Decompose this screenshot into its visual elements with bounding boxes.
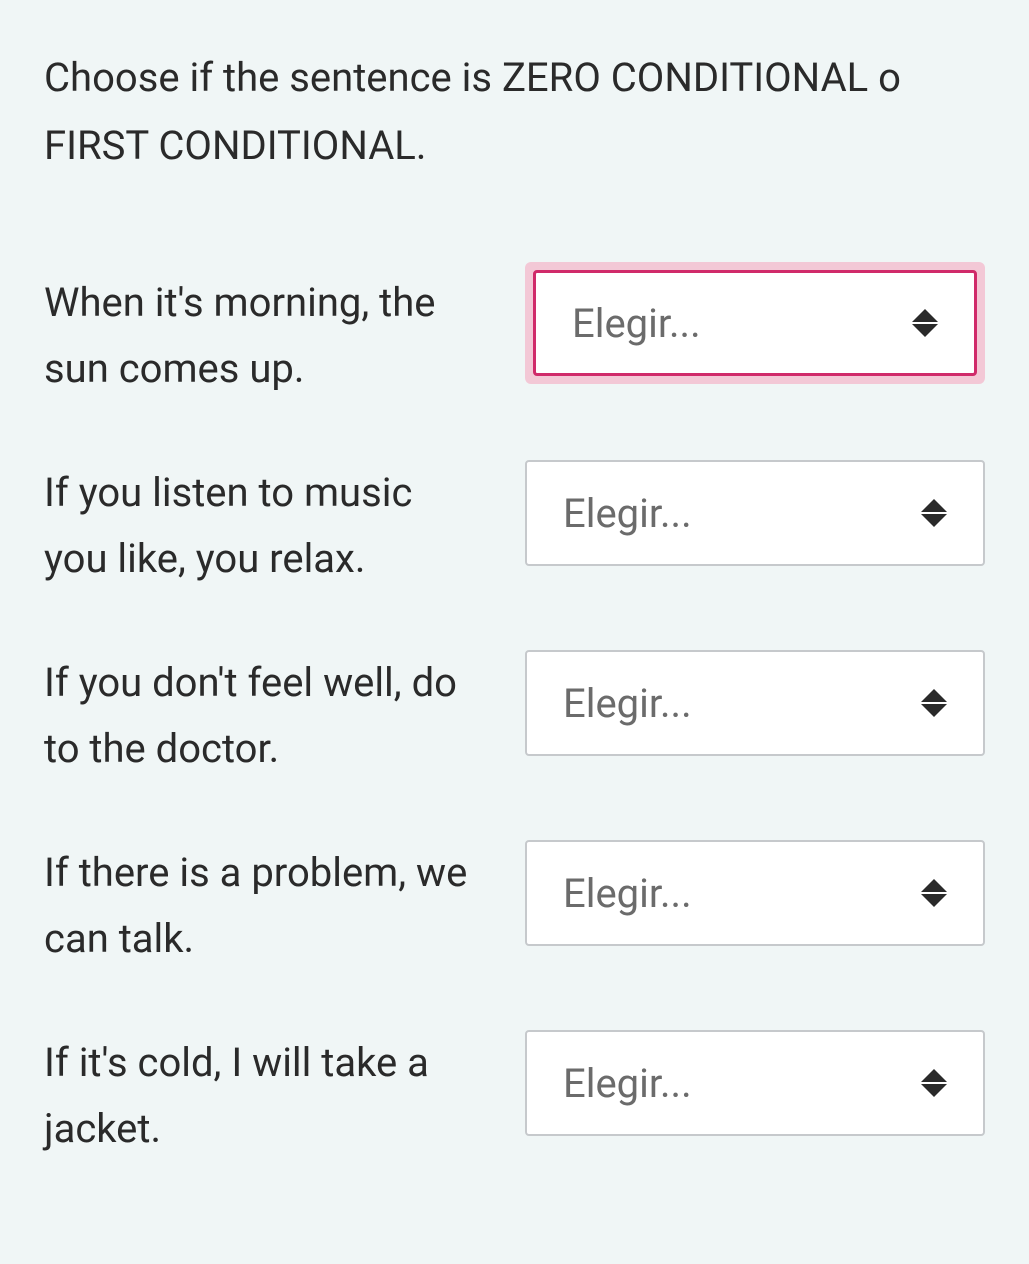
sort-arrows-icon: [921, 689, 947, 717]
select-wrapper: Elegir...: [525, 1030, 985, 1136]
question-prompt: When it's morning, the sun comes up.: [44, 270, 469, 402]
question-prompt: If you listen to music you like, you rel…: [44, 460, 469, 592]
instructions-text: Choose if the sentence is ZERO CONDITION…: [44, 44, 985, 180]
conditional-select[interactable]: Elegir...: [525, 1030, 985, 1136]
sort-arrows-icon: [921, 1069, 947, 1097]
select-placeholder-text: Elegir...: [563, 490, 921, 537]
conditional-select[interactable]: Elegir...: [525, 840, 985, 946]
question-prompt: If you don't feel well, do to the doctor…: [44, 650, 469, 782]
select-placeholder-text: Elegir...: [563, 680, 921, 727]
question-prompt: If it's cold, I will take a jacket.: [44, 1030, 469, 1162]
sort-arrows-icon: [921, 879, 947, 907]
sort-arrows-icon: [912, 309, 938, 337]
select-placeholder-text: Elegir...: [563, 870, 921, 917]
question-row: If there is a problem, we can talk. Eleg…: [44, 840, 985, 972]
conditional-select[interactable]: Elegir...: [525, 460, 985, 566]
select-wrapper: Elegir...: [525, 650, 985, 756]
sort-arrows-icon: [921, 499, 947, 527]
select-placeholder-text: Elegir...: [572, 300, 912, 347]
select-placeholder-text: Elegir...: [563, 1060, 921, 1107]
conditional-select[interactable]: Elegir...: [525, 650, 985, 756]
question-row: If you listen to music you like, you rel…: [44, 460, 985, 592]
select-wrapper: Elegir...: [525, 460, 985, 566]
select-wrapper: Elegir...: [525, 840, 985, 946]
question-prompt: If there is a problem, we can talk.: [44, 840, 469, 972]
question-row: When it's morning, the sun comes up. Ele…: [44, 270, 985, 402]
select-wrapper: Elegir...: [525, 262, 985, 384]
question-row: If it's cold, I will take a jacket. Eleg…: [44, 1030, 985, 1162]
question-row: If you don't feel well, do to the doctor…: [44, 650, 985, 782]
conditional-select[interactable]: Elegir...: [533, 270, 977, 376]
